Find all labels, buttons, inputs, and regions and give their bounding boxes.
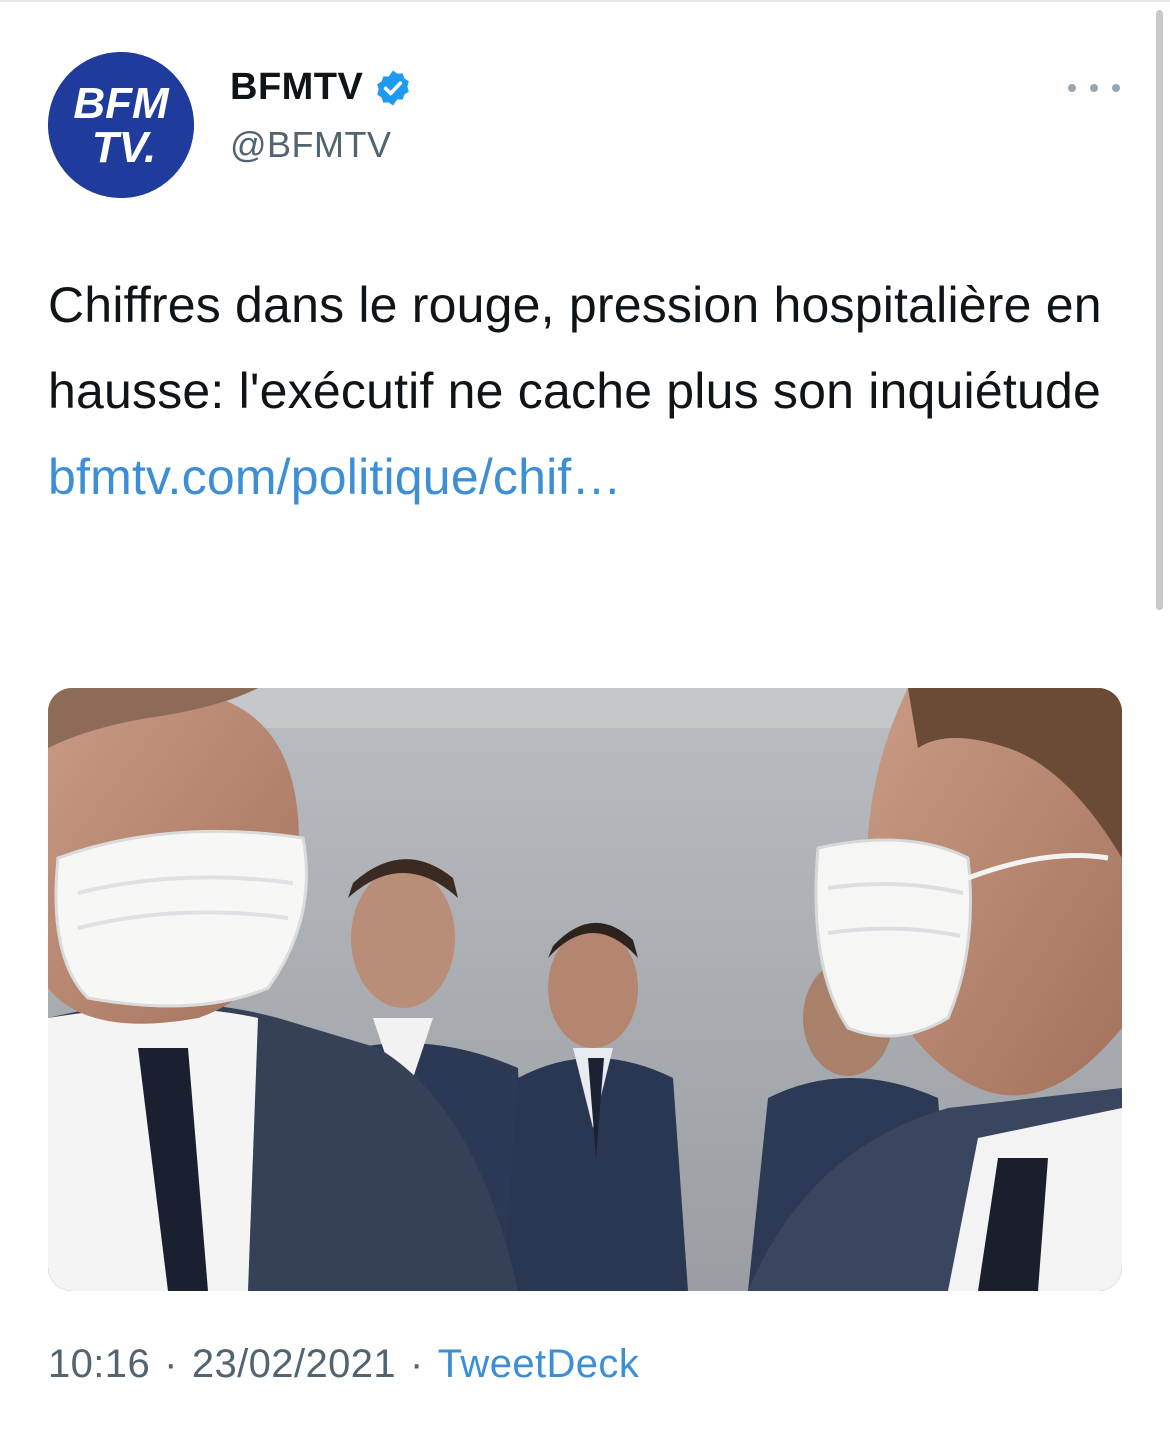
- more-dot: [1090, 84, 1098, 92]
- tweet-source-link[interactable]: TweetDeck: [438, 1342, 639, 1387]
- top-divider: [0, 0, 1170, 2]
- tweet-text: Chiffres dans le rouge, pression hospita…: [48, 262, 1128, 520]
- photo-illustration: [48, 688, 1122, 1291]
- more-dot: [1112, 84, 1120, 92]
- scrollbar[interactable]: [1156, 10, 1163, 610]
- more-options-icon[interactable]: [1068, 76, 1120, 100]
- avatar[interactable]: BFM TV.: [48, 52, 194, 198]
- author-handle[interactable]: @BFMTV: [230, 124, 392, 166]
- author-name-row[interactable]: BFMTV: [230, 66, 413, 109]
- more-dot: [1068, 84, 1076, 92]
- tweet-media-photo[interactable]: [48, 688, 1122, 1291]
- verified-badge-icon: [377, 70, 410, 105]
- tweet-link[interactable]: bfmtv.com/politique/chif…: [48, 449, 622, 505]
- author-name[interactable]: BFMTV: [230, 66, 363, 109]
- avatar-logo-line-1: BFM: [73, 79, 170, 128]
- avatar-logo-line-2: TV.: [92, 123, 156, 172]
- bfmtv-logo: BFM TV.: [48, 52, 194, 198]
- tweet-detail-view: BFM TV. BFMTV @BFMTV Chiffres dans le ro…: [0, 0, 1170, 1454]
- meta-separator: ·: [164, 1342, 178, 1386]
- tweet-body: Chiffres dans le rouge, pression hospita…: [48, 277, 1102, 419]
- tweet-date[interactable]: 23/02/2021: [192, 1342, 396, 1387]
- meta-separator: ·: [410, 1342, 424, 1386]
- tweet-meta: 10:16 · 23/02/2021 · TweetDeck: [48, 1342, 639, 1387]
- tweet-time[interactable]: 10:16: [48, 1342, 150, 1387]
